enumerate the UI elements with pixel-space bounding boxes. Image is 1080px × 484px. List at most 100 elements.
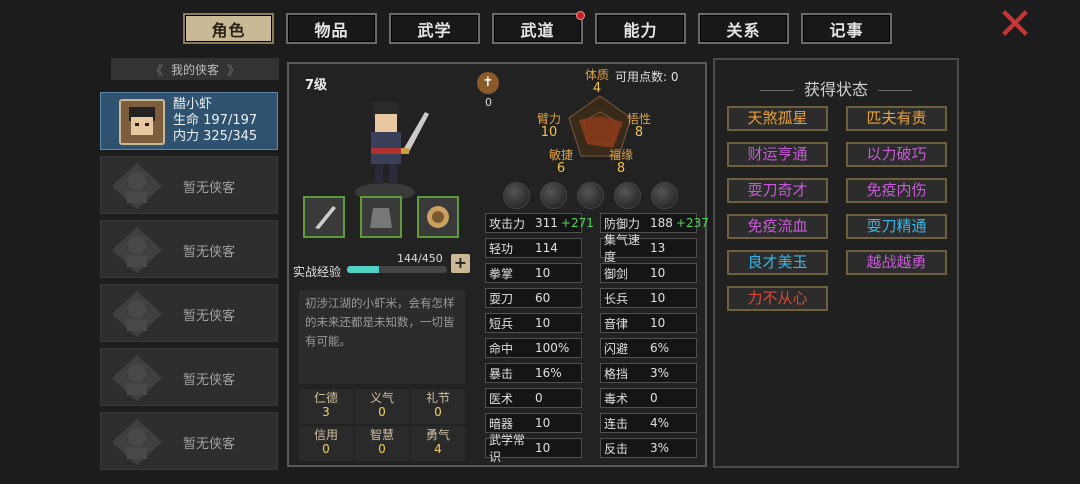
tab-5[interactable]: 关系 (698, 13, 789, 44)
stat-value: 114 (535, 241, 558, 255)
stat-label: 短兵 (489, 316, 514, 331)
stat-value: 100% (535, 341, 570, 355)
attribute-2: 悟性 8 (627, 112, 651, 140)
roster-slot-selected[interactable]: 醋小虾 生命 197/197 内力 325/345 (100, 92, 278, 150)
level-label: 7级 (305, 78, 328, 93)
tab-4[interactable]: 能力 (595, 13, 686, 44)
virtue-3: 信用 0 (299, 426, 353, 461)
virtue-label: 义气 (369, 391, 394, 405)
status-chip[interactable]: 越战越勇 (846, 250, 947, 275)
meridian-slot[interactable] (503, 182, 530, 209)
stat-label: 闪避 (604, 341, 629, 356)
stat-label: 攻击力 (489, 216, 526, 231)
attribute-value: 6 (556, 161, 566, 176)
character-panel: 7级 实战经验 144/450 + 初涉江湖的小虾米，会有怎样的未来还都是未知数… (287, 62, 709, 467)
stat-row: 长兵 10 (600, 288, 697, 308)
stat-label: 音律 (604, 316, 629, 331)
stat-row: 耍刀 60 (485, 288, 582, 308)
status-chip[interactable]: 耍刀精通 (846, 214, 947, 239)
stat-row: 闪避 6% (600, 338, 697, 358)
stat-label: 暗器 (489, 416, 514, 431)
meridian-slot[interactable] (651, 182, 678, 209)
virtue-5: 勇气 4 (411, 426, 465, 461)
exp-value: 144/450 (397, 252, 443, 265)
attribute-label: 臂力 (537, 112, 562, 126)
stat-value: 10 (535, 416, 551, 430)
tab-1[interactable]: 物品 (286, 13, 377, 44)
roster-slot-empty[interactable]: 暂无侠客 (100, 284, 278, 342)
stat-label: 长兵 (604, 291, 629, 306)
attribute-radar: 体质 4 臂力 10 悟性 8 敏捷 6 福缘 8 (519, 68, 689, 180)
add-exp-button[interactable]: + (451, 254, 470, 273)
virtue-2: 礼节 0 (411, 389, 465, 424)
virtue-0: 仁德 3 (299, 389, 353, 424)
meridian-slot[interactable] (540, 182, 567, 209)
status-chip[interactable]: 免疫流血 (727, 214, 828, 239)
close-icon[interactable]: ✕ (996, 3, 1034, 47)
hero-mp: 内力 325/345 (173, 129, 258, 144)
virtue-value: 0 (434, 405, 442, 419)
attribute-label: 体质 (585, 68, 610, 82)
attribute-label: 福缘 (609, 148, 634, 162)
roster-slot-empty[interactable]: 暂无侠客 (100, 220, 278, 278)
stat-row: 短兵 10 (485, 313, 582, 333)
stat-row: 毒术 0 (600, 388, 697, 408)
virtue-1: 义气 0 (355, 389, 409, 424)
stat-value: 0 (650, 391, 658, 405)
status-chip[interactable]: 力不从心 (727, 286, 828, 311)
exp-fill (347, 266, 379, 273)
stat-label: 防御力 (604, 216, 641, 231)
tab-3[interactable]: 武道 (492, 11, 585, 44)
virtue-value: 0 (322, 442, 330, 456)
stat-row: 连击 4% (600, 413, 697, 433)
virtue-label: 仁德 (313, 391, 338, 405)
stat-value: 10 (650, 316, 666, 330)
armor-slot[interactable] (360, 196, 402, 238)
meridian-slot[interactable] (577, 182, 604, 209)
tab-2[interactable]: 武学 (389, 13, 480, 44)
meridian-slot[interactable] (614, 182, 641, 209)
stat-bonus: +271 (560, 216, 594, 230)
stat-label: 武学常识 (489, 433, 526, 464)
status-chip[interactable]: 以力破巧 (846, 142, 947, 167)
status-chip[interactable]: 免疫内伤 (846, 178, 947, 203)
stat-value: 3% (650, 366, 670, 380)
stat-value: 4% (650, 416, 670, 430)
stat-row: 暴击 16% (485, 363, 582, 383)
roster-slot-empty[interactable]: 暂无侠客 (100, 412, 278, 470)
notification-badge (576, 11, 585, 20)
stat-value: 60 (535, 291, 551, 305)
status-chip[interactable]: 匹夫有责 (846, 106, 947, 131)
status-chip[interactable]: 财运亨通 (727, 142, 828, 167)
status-chip[interactable]: 天煞孤星 (727, 106, 828, 131)
roster-slot-empty[interactable]: 暂无侠客 (100, 156, 278, 214)
stat-value: 13 (650, 241, 666, 255)
status-chip[interactable]: 良才美玉 (727, 250, 828, 275)
stat-label: 反击 (604, 441, 629, 456)
stat-value: 10 (650, 291, 666, 305)
weapon-slot[interactable] (303, 196, 345, 238)
fame-icon: ✝ (477, 72, 499, 94)
stat-row: 反击 3% (600, 438, 697, 458)
status-chip[interactable]: 耍刀奇才 (727, 178, 828, 203)
roster-slot-empty[interactable]: 暂无侠客 (100, 348, 278, 406)
chevron-right-icon[interactable]: 》 (227, 60, 240, 79)
chevron-left-icon[interactable]: 《 (150, 60, 163, 79)
stat-value: 10 (650, 266, 666, 280)
attribute-1: 臂力 10 (537, 112, 561, 140)
attribute-4: 福缘 8 (609, 148, 633, 176)
attribute-value: 8 (616, 161, 626, 176)
stat-bonus: +237 (675, 216, 709, 230)
exp-bar (347, 266, 447, 273)
tab-0[interactable]: 角色 (183, 13, 274, 44)
hero-name: 醋小虾 (173, 97, 213, 112)
fame-value: 0 (485, 96, 492, 109)
virtue-value: 4 (434, 442, 442, 456)
empty-slot-label: 暂无侠客 (183, 373, 236, 388)
tab-6[interactable]: 记事 (801, 13, 892, 44)
accessory-slot[interactable] (417, 196, 459, 238)
stat-row: 攻击力 311 +271 (485, 213, 594, 233)
attribute-label: 悟性 (627, 112, 652, 126)
stat-value: 188 (650, 216, 673, 230)
stat-label: 连击 (604, 416, 629, 431)
